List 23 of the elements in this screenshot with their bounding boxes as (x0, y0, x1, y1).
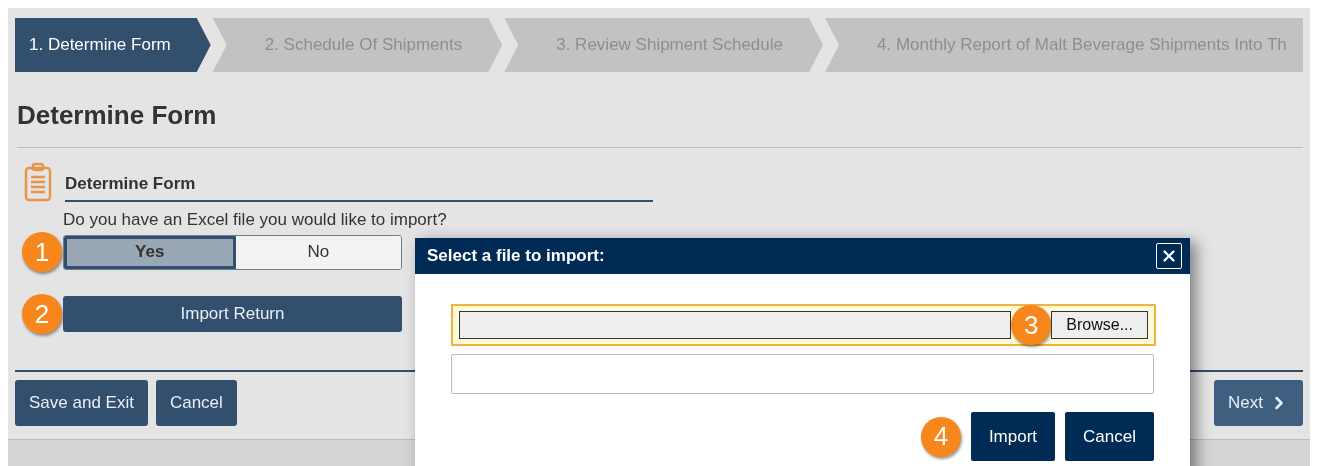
callout-badge: 1 (22, 232, 62, 272)
file-picker[interactable]: 3 Browse... (451, 304, 1156, 346)
callout-badge: 4 (920, 416, 961, 457)
clipboard-icon (23, 162, 53, 202)
footer-button[interactable]: Cancel (155, 380, 237, 426)
callout-badge: 2 (22, 294, 62, 334)
section-title: Determine Form (65, 174, 653, 202)
close-button[interactable] (1156, 243, 1182, 269)
dialog-button[interactable]: Import (970, 412, 1056, 461)
wizard-step[interactable]: 1. Determine Form (15, 18, 211, 72)
next-button[interactable]: Next (1214, 380, 1303, 426)
close-icon (1160, 247, 1178, 265)
question-text: Do you have an Excel file you would like to import? (63, 210, 448, 230)
dialog-title: Select a file to import: (427, 246, 605, 266)
input-field[interactable] (451, 354, 1154, 394)
browse-button[interactable]: Browse... (1051, 311, 1148, 339)
dialog-button[interactable]: Cancel (1065, 412, 1154, 461)
callout-badge: 3 (1011, 305, 1052, 345)
toggle-option[interactable]: Yes (64, 235, 236, 269)
import-return-button[interactable]: Import Return (63, 296, 402, 332)
page-title: Determine Form (17, 100, 1303, 148)
file-path-field[interactable] (459, 311, 1012, 339)
footer-button[interactable]: Save and Exit (15, 380, 148, 426)
